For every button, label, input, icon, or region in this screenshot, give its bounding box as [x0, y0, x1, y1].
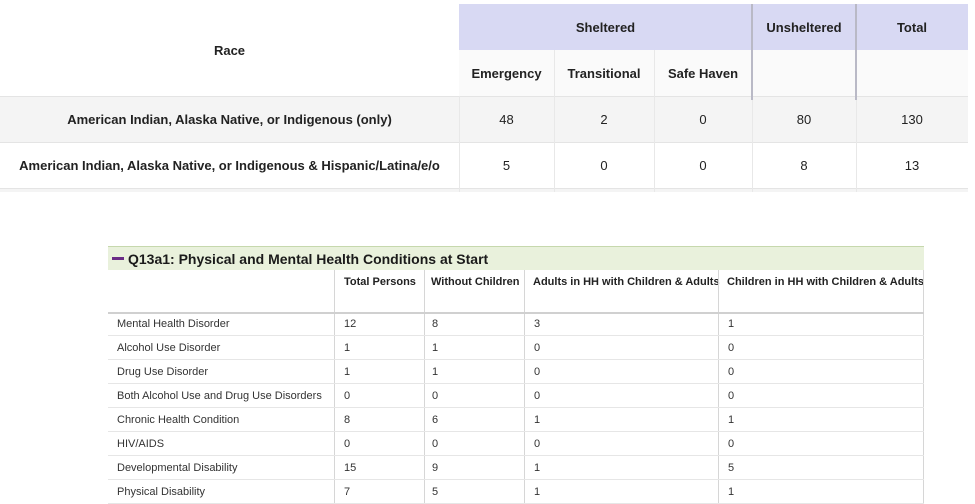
row-label: HIV/AIDS	[117, 437, 165, 450]
race-cell-safe-haven: 0	[654, 96, 752, 142]
col-total-persons: Total Persons	[344, 276, 416, 288]
race-cell-total: 13	[856, 142, 968, 188]
cell-total-persons: 1	[344, 365, 351, 378]
row-label: Chronic Health Condition	[117, 413, 240, 426]
cell-adults-hh: 0	[534, 389, 541, 402]
cell-children-hh: 0	[728, 341, 735, 354]
cell-adults-hh: 3	[534, 317, 541, 330]
q13a1-title-bar: Q13a1: Physical and Mental Health Condit…	[108, 246, 924, 270]
table-row: Physical Disability 7 5 1 1	[108, 480, 924, 504]
column-divider	[752, 100, 753, 192]
cell-adults-hh: 0	[534, 365, 541, 378]
q13a1-title: Q13a1: Physical and Mental Health Condit…	[128, 250, 489, 267]
group-divider	[751, 4, 753, 100]
row-divider	[0, 96, 968, 97]
total-sub-header	[856, 50, 968, 96]
column-divider	[424, 270, 425, 312]
cell-without-children: 0	[432, 437, 439, 450]
col-children-hh: Children in HH with Children & Adults	[727, 276, 924, 288]
table-row: HIV/AIDS 0 0 0 0	[108, 432, 924, 456]
cell-adults-hh: 1	[534, 461, 541, 474]
cell-without-children: 5	[432, 485, 439, 498]
cell-without-children: 9	[432, 461, 439, 474]
cell-adults-hh: 1	[534, 485, 541, 498]
race-cell-safe-haven: 0	[654, 142, 752, 188]
cell-without-children: 1	[432, 365, 439, 378]
table-row: Drug Use Disorder 1 1 0 0	[108, 360, 924, 384]
cell-children-hh: 1	[728, 413, 735, 426]
q13a1-panel: Q13a1: Physical and Mental Health Condit…	[108, 246, 924, 504]
transitional-header: Transitional	[554, 50, 654, 96]
race-cell-transitional: 2	[554, 96, 654, 142]
cell-children-hh: 0	[728, 437, 735, 450]
cell-children-hh: 5	[728, 461, 735, 474]
cell-without-children: 0	[432, 389, 439, 402]
q13a1-header-row: Total Persons Without Children Adults in…	[108, 270, 924, 314]
race-row-label: American Indian, Alaska Native, or Indig…	[0, 96, 459, 142]
cell-children-hh: 0	[728, 365, 735, 378]
table-row: Both Alcohol Use and Drug Use Disorders …	[108, 384, 924, 408]
race-cell-emergency: 48	[459, 96, 554, 142]
total-header: Total	[856, 4, 968, 50]
race-column-header: Race	[0, 4, 459, 96]
row-label: Drug Use Disorder	[117, 365, 209, 378]
column-divider	[524, 270, 525, 312]
row-label: Alcohol Use Disorder	[117, 341, 221, 354]
cell-children-hh: 1	[728, 485, 735, 498]
row-label: Developmental Disability	[117, 461, 238, 474]
race-cell-unsheltered: 8	[752, 142, 856, 188]
column-divider	[856, 100, 857, 192]
cell-children-hh: 0	[728, 389, 735, 402]
cell-adults-hh: 1	[534, 413, 541, 426]
race-cell-emergency: 5	[459, 142, 554, 188]
column-divider	[654, 50, 655, 192]
minus-icon	[112, 257, 124, 260]
col-without-children: Without Children	[431, 276, 520, 288]
race-table: Race Sheltered Unsheltered Total Emergen…	[0, 4, 968, 192]
column-divider	[554, 50, 555, 192]
emergency-header: Emergency	[459, 50, 554, 96]
row-divider	[0, 142, 968, 143]
safe-haven-header: Safe Haven	[654, 50, 752, 96]
race-row-label: American Indian, Alaska Native, or Indig…	[0, 142, 459, 188]
table-row: Mental Health Disorder 12 8 3 1	[108, 312, 924, 336]
column-divider	[334, 270, 335, 312]
column-divider	[459, 96, 460, 192]
cell-without-children: 1	[432, 341, 439, 354]
table-row: Chronic Health Condition 8 6 1 1	[108, 408, 924, 432]
cell-adults-hh: 0	[534, 437, 541, 450]
row-divider	[0, 188, 968, 189]
col-adults-hh: Adults in HH with Children & Adults	[533, 276, 720, 288]
sheltered-header: Sheltered	[459, 4, 752, 50]
cell-total-persons: 7	[344, 485, 351, 498]
race-cell-total: 130	[856, 96, 968, 142]
cell-total-persons: 8	[344, 413, 351, 426]
unsheltered-sub-header	[752, 50, 856, 96]
cell-total-persons: 1	[344, 341, 351, 354]
cell-without-children: 8	[432, 317, 439, 330]
collapse-button[interactable]	[110, 247, 126, 271]
cell-total-persons: 12	[344, 317, 357, 330]
unsheltered-header: Unsheltered	[752, 4, 856, 50]
cell-total-persons: 0	[344, 437, 351, 450]
cell-without-children: 6	[432, 413, 439, 426]
table-row: Developmental Disability 15 9 1 5	[108, 456, 924, 480]
cell-total-persons: 15	[344, 461, 357, 474]
cell-total-persons: 0	[344, 389, 351, 402]
race-cell-transitional: 0	[554, 142, 654, 188]
cell-adults-hh: 0	[534, 341, 541, 354]
row-label: Mental Health Disorder	[117, 317, 230, 330]
row-label: Physical Disability	[117, 485, 206, 498]
row-label: Both Alcohol Use and Drug Use Disorders	[117, 389, 322, 402]
cell-children-hh: 1	[728, 317, 735, 330]
group-divider	[855, 4, 857, 100]
column-divider	[718, 270, 719, 312]
column-divider	[923, 270, 924, 312]
table-row: Alcohol Use Disorder 1 1 0 0	[108, 336, 924, 360]
race-cell-unsheltered: 80	[752, 96, 856, 142]
